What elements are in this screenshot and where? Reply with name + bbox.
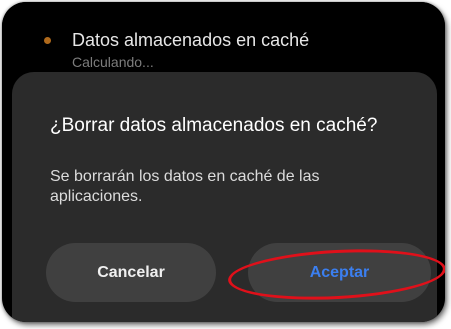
accept-button[interactable]: Aceptar bbox=[248, 243, 431, 302]
bullet-dot-icon bbox=[44, 37, 51, 44]
setting-subtitle: Calculando... bbox=[72, 54, 154, 70]
phone-screen: Datos almacenados en caché Calculando...… bbox=[2, 2, 445, 322]
dialog-message: Se borrarán los datos en caché de las ap… bbox=[50, 168, 320, 205]
dialog-title: ¿Borrar datos almacenados en caché? bbox=[50, 115, 378, 136]
setting-title: Datos almacenados en caché bbox=[72, 30, 310, 50]
confirm-dialog: ¿Borrar datos almacenados en caché? Se b… bbox=[12, 72, 445, 322]
cached-data-setting-item[interactable]: Datos almacenados en caché Calculando... bbox=[2, 2, 445, 72]
cancel-button[interactable]: Cancelar bbox=[46, 243, 216, 302]
